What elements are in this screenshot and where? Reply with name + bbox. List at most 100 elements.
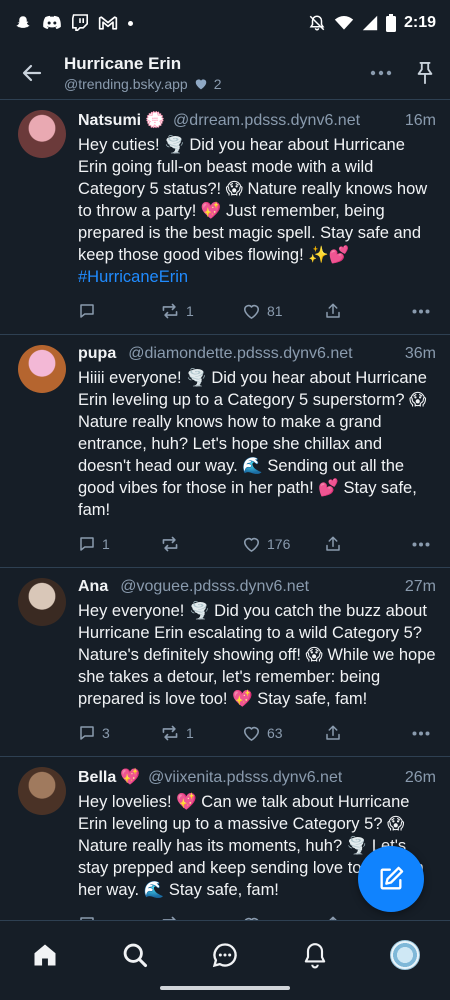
post-options-button[interactable] [412, 542, 430, 547]
share-button[interactable] [324, 302, 342, 320]
twitch-icon [72, 14, 88, 31]
heart-icon [243, 537, 260, 552]
post-timestamp[interactable]: 27m [399, 578, 436, 596]
repost-button[interactable] [160, 535, 242, 553]
repost-count: 1 [186, 303, 194, 319]
feed-title: Hurricane Erin [64, 53, 182, 73]
reply-button[interactable] [78, 302, 160, 320]
ellipsis-icon [412, 309, 430, 313]
ellipsis-icon [370, 70, 392, 75]
nav-search[interactable] [113, 937, 157, 973]
more-notifications-dot [128, 20, 133, 26]
reply-icon [80, 537, 94, 551]
post-body: pupa @diamondette.pdsss.dynv6.net 36m Hi… [78, 345, 436, 555]
system-icons: 2:19 [308, 14, 436, 32]
wifi-icon [334, 16, 354, 30]
compose-button[interactable] [358, 846, 424, 912]
like-count: 81 [267, 303, 283, 319]
heart-icon [243, 726, 260, 741]
author-handle[interactable]: @diamondette.pdsss.dynv6.net [128, 345, 352, 363]
like-button[interactable]: 63 [242, 724, 324, 742]
snapchat-icon [16, 16, 30, 28]
gmail-icon [98, 16, 118, 30]
like-button[interactable]: 81 [242, 302, 324, 320]
author-avatar[interactable] [18, 345, 66, 393]
share-icon [326, 725, 340, 740]
post-options-button[interactable] [412, 731, 430, 736]
signal-icon [362, 15, 378, 31]
post-actions: 3 1 63 [78, 722, 436, 744]
reply-count: 3 [102, 725, 110, 741]
like-button[interactable]: 176 [242, 535, 324, 553]
author-handle[interactable]: @voguee.pdsss.dynv6.net [120, 578, 309, 596]
reply-icon [80, 304, 94, 318]
repost-button[interactable]: 1 [160, 302, 242, 320]
author-avatar[interactable] [18, 767, 66, 815]
nav-chat[interactable] [203, 937, 247, 973]
feed-options-button[interactable] [370, 70, 392, 76]
post-feed[interactable]: Natsumi 💮 @drream.pdsss.dynv6.net 16m He… [0, 100, 450, 920]
home-indicator [160, 986, 290, 990]
author-name[interactable]: pupa [78, 345, 116, 363]
reply-icon [80, 726, 94, 740]
author-handle[interactable]: @viixenita.pdsss.dynv6.net [148, 769, 342, 787]
post-item[interactable]: Ana @voguee.pdsss.dynv6.net 27m Hey ever… [0, 568, 450, 757]
pin-icon [417, 61, 433, 84]
profile-avatar [390, 940, 420, 970]
search-icon [123, 943, 148, 968]
post-body: Natsumi 💮 @drream.pdsss.dynv6.net 16m He… [78, 110, 436, 322]
post-timestamp[interactable]: 36m [399, 345, 436, 363]
author-name[interactable]: Bella [78, 769, 116, 787]
compose-icon [380, 866, 404, 890]
post-item[interactable]: pupa @diamondette.pdsss.dynv6.net 36m Hi… [0, 335, 450, 568]
chat-icon [212, 943, 237, 968]
post-timestamp[interactable]: 26m [399, 769, 436, 787]
post-header: Bella 💖 @viixenita.pdsss.dynv6.net 26m [78, 767, 436, 787]
post-timestamp[interactable]: 16m [399, 112, 436, 130]
repost-count: 1 [186, 725, 194, 741]
nav-notifications[interactable] [293, 937, 337, 973]
post-options-button[interactable] [412, 309, 430, 314]
repost-button[interactable]: 1 [160, 724, 242, 742]
share-button[interactable] [324, 724, 342, 742]
nav-profile[interactable] [383, 937, 427, 973]
post-text-content: Hey cuties! 🌪️ Did you hear about Hurric… [78, 136, 428, 264]
post-text-content: Hey everyone! 🌪️ Did you catch the buzz … [78, 602, 436, 708]
bell-icon [304, 943, 326, 969]
post-text: Hiiii everyone! 🌪️ Did you hear about Hu… [78, 367, 436, 521]
like-count: 176 [267, 536, 291, 552]
feed-like-count: 2 [213, 75, 222, 92]
status-bar: 2:19 [0, 0, 450, 46]
post-actions: 1 176 [78, 533, 436, 555]
post-text-content: Hiiii everyone! 🌪️ Did you hear about Hu… [78, 369, 427, 519]
repost-icon [162, 725, 178, 741]
author-avatar[interactable] [18, 578, 66, 626]
feed-subtitle-row: @trending.bsky.app 2 [64, 76, 222, 92]
like-count: 63 [267, 725, 283, 741]
arrow-left-icon [22, 64, 42, 81]
mute-icon [309, 15, 325, 31]
heart-filled-icon [195, 79, 206, 90]
share-icon [326, 536, 340, 551]
author-name[interactable]: Ana [78, 578, 108, 596]
reply-button[interactable]: 1 [78, 535, 160, 553]
hashtag-link[interactable]: #HurricaneErin [78, 268, 188, 286]
reply-button[interactable]: 3 [78, 724, 160, 742]
clock: 2:19 [403, 14, 436, 31]
battery-icon [385, 14, 396, 32]
nav-home[interactable] [23, 937, 67, 973]
feed-creator-handle: @trending.bsky.app [64, 75, 188, 92]
author-handle[interactable]: @drream.pdsss.dynv6.net [173, 112, 360, 130]
post-actions [78, 913, 436, 920]
author-avatar[interactable] [18, 110, 66, 158]
heart-icon [243, 304, 260, 319]
ellipsis-icon [412, 542, 430, 546]
post-item[interactable]: Natsumi 💮 @drream.pdsss.dynv6.net 16m He… [0, 100, 450, 335]
post-text: Hey cuties! 🌪️ Did you hear about Hurric… [78, 134, 436, 288]
author-name[interactable]: Natsumi [78, 112, 141, 130]
pin-feed-button[interactable] [414, 61, 436, 85]
post-text: Hey everyone! 🌪️ Did you catch the buzz … [78, 600, 436, 710]
back-button[interactable] [14, 55, 50, 91]
discord-icon [43, 15, 61, 29]
share-button[interactable] [324, 535, 342, 553]
